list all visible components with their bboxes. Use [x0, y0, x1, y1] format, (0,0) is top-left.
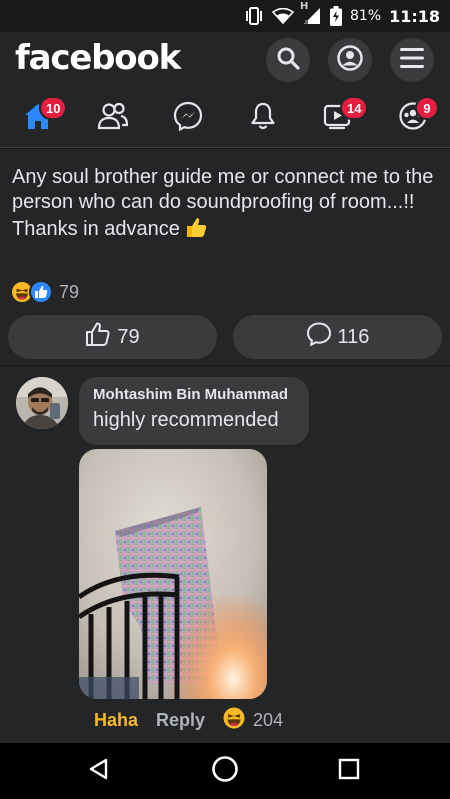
back-icon — [87, 757, 111, 786]
battery-icon — [329, 6, 342, 26]
comment-icon — [306, 321, 332, 353]
system-navigation-bar — [0, 743, 450, 799]
facebook-logo[interactable]: facebook — [15, 38, 181, 78]
profile-button[interactable] — [328, 38, 372, 82]
comments-section: Mohtashim Bin Muhammad highly recommende… — [0, 365, 450, 743]
search-button[interactable] — [266, 38, 310, 82]
watch-badge: 14 — [340, 96, 369, 120]
comment-count: 116 — [337, 325, 370, 348]
post: Any soul brother guide me or connect me … — [0, 149, 450, 365]
avatar[interactable] — [16, 377, 68, 429]
tab-watch[interactable]: 14 — [300, 88, 375, 148]
post-body: Any soul brother guide me or connect me … — [12, 165, 436, 246]
comment-button[interactable]: 116 — [233, 315, 442, 359]
like-button[interactable]: 79 — [8, 315, 217, 359]
recents-square-icon — [338, 758, 360, 785]
bell-icon — [249, 101, 277, 136]
tab-home[interactable]: 10 — [0, 88, 75, 148]
comment-photo[interactable] — [79, 449, 267, 699]
network-label: H — [299, 1, 309, 12]
status-icons: H 81% 11:18 — [244, 1, 440, 27]
comment-reaction-count: 204 — [253, 709, 284, 730]
groups-badge: 9 — [415, 96, 439, 120]
battery-percent: 81% — [349, 8, 382, 24]
clock: 11:18 — [389, 6, 440, 26]
like-icon — [85, 321, 111, 353]
thumbs-up-emoji-icon — [184, 215, 208, 246]
tab-groups[interactable]: 9 — [375, 88, 450, 148]
comment-text: highly recommended — [93, 409, 279, 431]
back-button[interactable] — [82, 754, 116, 788]
nav-tabs: 10 14 9 — [0, 88, 450, 148]
home-nav-button[interactable] — [208, 754, 242, 788]
haha-button[interactable]: Haha — [94, 710, 138, 731]
app-header: facebook — [0, 32, 450, 88]
search-icon — [276, 46, 300, 75]
friends-icon — [97, 102, 129, 135]
home-circle-icon — [211, 755, 239, 788]
tab-messenger[interactable] — [150, 88, 225, 148]
tab-notifications[interactable] — [225, 88, 300, 148]
reaction-count: 79 — [59, 281, 80, 302]
like-count: 79 — [117, 325, 140, 348]
menu-button[interactable] — [390, 38, 434, 82]
haha-emoji-icon — [223, 707, 245, 734]
post-reactions[interactable]: 79 — [10, 279, 79, 305]
post-text: Any soul brother guide me or connect me … — [12, 166, 434, 213]
comment-author[interactable]: Mohtashim Bin Muhammad — [93, 386, 295, 403]
tab-friends[interactable] — [75, 88, 150, 148]
reply-button[interactable]: Reply — [156, 710, 205, 731]
wifi-icon — [271, 8, 294, 24]
recents-button[interactable] — [332, 754, 366, 788]
menu-icon — [400, 47, 424, 74]
comment-reactions[interactable]: 204 — [223, 707, 283, 734]
profile-icon — [337, 44, 363, 76]
comment-actions: Haha Reply 204 — [94, 707, 283, 733]
like-reaction-icon — [29, 280, 53, 304]
messenger-icon — [173, 101, 203, 136]
signal-icon: H — [300, 1, 322, 25]
comment-bubble[interactable]: Mohtashim Bin Muhammad highly recommende… — [79, 377, 309, 445]
post-text-line2: Thanks in advance — [12, 218, 180, 240]
status-bar: H 81% 11:18 — [0, 0, 450, 32]
vibrate-icon — [244, 7, 264, 25]
home-badge: 10 — [39, 96, 68, 120]
